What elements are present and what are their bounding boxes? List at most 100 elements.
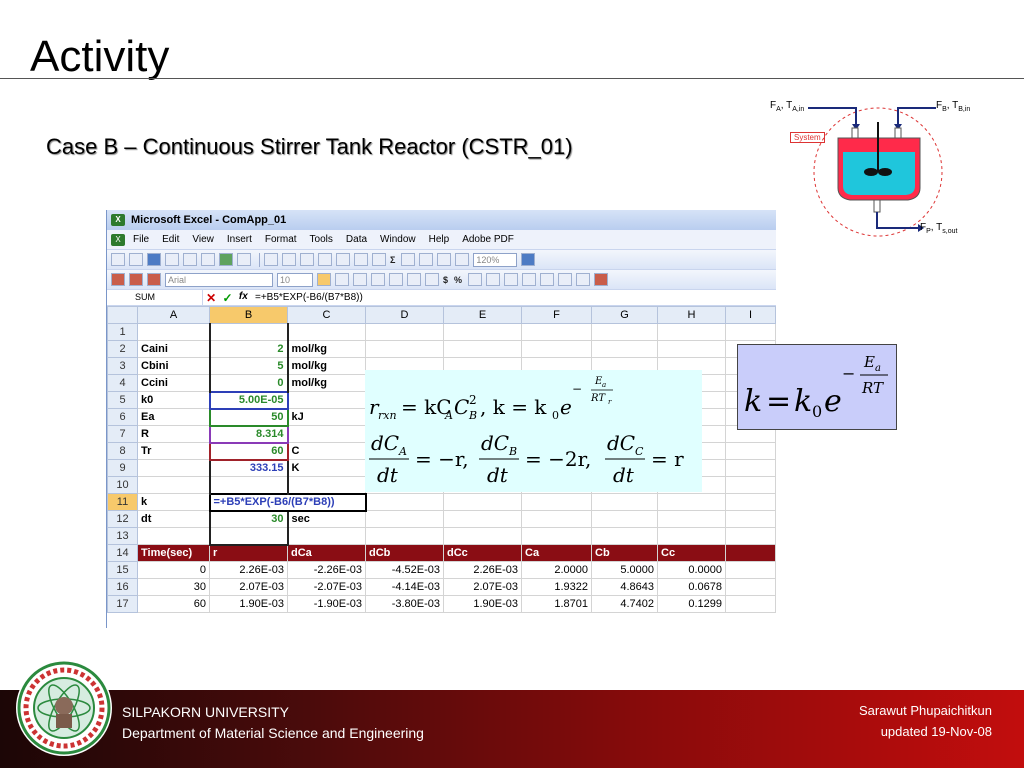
spelling-icon[interactable] xyxy=(219,253,233,266)
cell[interactable] xyxy=(521,510,592,528)
print-preview-icon[interactable] xyxy=(201,253,215,266)
new-icon[interactable] xyxy=(111,253,125,266)
column-header-b[interactable]: B xyxy=(209,306,288,324)
column-header-c[interactable]: C xyxy=(287,306,366,324)
menu-view[interactable]: View xyxy=(192,234,214,245)
table-cell[interactable]: -2.26E-03 xyxy=(287,561,366,579)
sort-descending-icon[interactable] xyxy=(419,253,434,266)
align-center-icon[interactable] xyxy=(389,273,403,286)
table-cell[interactable]: 1.8701 xyxy=(521,595,592,613)
table-header-cell[interactable]: Cc xyxy=(657,544,726,562)
decrease-indent-icon[interactable] xyxy=(522,273,537,286)
cell[interactable] xyxy=(287,425,366,443)
table-cell[interactable]: -4.52E-03 xyxy=(365,561,444,579)
column-header-a[interactable]: A xyxy=(137,306,210,324)
cell[interactable] xyxy=(287,391,366,409)
row-header[interactable]: 12 xyxy=(107,510,138,528)
cell[interactable] xyxy=(725,442,776,460)
cell-label[interactable]: k0 xyxy=(137,391,210,409)
row-header[interactable]: 4 xyxy=(107,374,138,392)
redo-icon[interactable] xyxy=(354,253,368,266)
menu-insert[interactable]: Insert xyxy=(227,234,252,245)
table-cell[interactable]: 0 xyxy=(137,561,210,579)
cell[interactable] xyxy=(591,527,658,545)
column-header-e[interactable]: E xyxy=(443,306,522,324)
select-all-corner[interactable] xyxy=(107,306,138,324)
cell[interactable] xyxy=(725,578,776,596)
cell[interactable] xyxy=(365,340,444,358)
cell-value[interactable]: 8.314 xyxy=(208,424,289,444)
table-cell[interactable]: 0.0000 xyxy=(657,561,726,579)
row-header[interactable]: 7 xyxy=(107,425,138,443)
table-header-cell[interactable]: r xyxy=(209,544,288,562)
table-cell[interactable]: 2.0000 xyxy=(521,561,592,579)
table-header-cell[interactable]: Cb xyxy=(591,544,658,562)
font-size-select[interactable]: 10 xyxy=(277,272,313,287)
percent-icon[interactable]: % xyxy=(454,275,462,285)
copy-icon[interactable] xyxy=(282,253,296,266)
decrease-decimal-icon[interactable] xyxy=(504,273,519,286)
cell[interactable] xyxy=(521,527,592,545)
fill-color-icon[interactable] xyxy=(576,273,591,286)
merge-center-icon[interactable] xyxy=(425,273,439,286)
workbook-icon[interactable]: X xyxy=(111,233,125,246)
cell-unit[interactable]: K xyxy=(287,459,366,477)
cell[interactable] xyxy=(725,510,776,528)
table-header-cell[interactable]: dCb xyxy=(365,544,444,562)
font-name-select[interactable]: Arial xyxy=(165,272,273,287)
chart-wizard-icon[interactable] xyxy=(437,253,452,266)
menu-adobe-pdf[interactable]: Adobe PDF xyxy=(462,234,514,245)
cell[interactable] xyxy=(725,595,776,613)
cell[interactable] xyxy=(725,493,776,511)
table-cell[interactable]: 2.07E-03 xyxy=(209,578,288,596)
column-header-d[interactable]: D xyxy=(365,306,444,324)
cell[interactable] xyxy=(137,476,210,494)
row-header[interactable]: 16 xyxy=(107,578,138,596)
pdf-icon[interactable] xyxy=(111,273,125,286)
cell-unit[interactable]: C xyxy=(287,442,366,460)
cell[interactable] xyxy=(725,323,776,341)
table-cell[interactable]: 1.90E-03 xyxy=(209,595,288,613)
row-header[interactable]: 6 xyxy=(107,408,138,426)
cell[interactable] xyxy=(443,527,522,545)
cell-value[interactable]: 5.00E-05 xyxy=(208,390,289,410)
column-header-h[interactable]: H xyxy=(657,306,726,324)
cell[interactable] xyxy=(521,323,592,341)
cell[interactable] xyxy=(521,493,592,511)
research-icon[interactable] xyxy=(237,253,251,266)
cell-label[interactable] xyxy=(137,459,210,477)
cell[interactable] xyxy=(657,323,726,341)
row-header[interactable]: 9 xyxy=(107,459,138,477)
undo-icon[interactable] xyxy=(336,253,350,266)
formula-input[interactable]: =+B5*EXP(-B6/(B7*B8)) xyxy=(251,292,363,303)
cell[interactable] xyxy=(365,510,444,528)
cell[interactable] xyxy=(287,527,366,545)
cell-unit[interactable]: sec xyxy=(287,510,366,528)
table-cell[interactable]: 5.0000 xyxy=(591,561,658,579)
table-cell[interactable]: 1.9322 xyxy=(521,578,592,596)
menu-edit[interactable]: Edit xyxy=(162,234,179,245)
row-header[interactable]: 14 xyxy=(107,544,138,562)
cancel-icon[interactable]: ✕ xyxy=(206,291,216,305)
menu-help[interactable]: Help xyxy=(429,234,450,245)
excel-title-bar[interactable]: X Microsoft Excel - ComApp_01 xyxy=(107,210,776,230)
table-cell[interactable]: 1.90E-03 xyxy=(443,595,522,613)
row-header[interactable]: 3 xyxy=(107,357,138,375)
cell-value[interactable]: 333.15 xyxy=(208,459,289,477)
row-header[interactable]: 15 xyxy=(107,561,138,579)
italic-icon[interactable] xyxy=(335,273,349,286)
table-cell[interactable]: -4.14E-03 xyxy=(365,578,444,596)
table-cell[interactable]: 60 xyxy=(137,595,210,613)
borders-icon[interactable] xyxy=(558,273,573,286)
menu-window[interactable]: Window xyxy=(380,234,416,245)
align-left-icon[interactable] xyxy=(371,273,385,286)
insert-function-icon[interactable]: fx xyxy=(239,291,248,305)
cell[interactable] xyxy=(657,340,726,358)
cell[interactable] xyxy=(591,493,658,511)
cell-unit[interactable]: mol/kg xyxy=(287,374,366,392)
table-header-cell[interactable]: Time(sec) xyxy=(137,544,210,562)
cell-label[interactable]: k xyxy=(137,493,210,511)
cell-value[interactable]: 60 xyxy=(208,441,289,461)
row-header-active[interactable]: 11 xyxy=(107,493,138,511)
cell[interactable] xyxy=(365,323,444,341)
